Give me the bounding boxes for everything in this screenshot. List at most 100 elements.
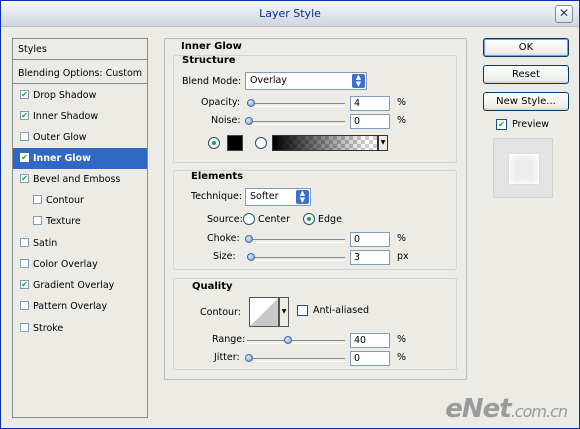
size-slider[interactable] [247,253,345,261]
opacity-slider[interactable] [247,99,345,107]
outer-glow-checkbox[interactable] [20,132,29,141]
color-overlay-checkbox[interactable] [20,259,29,268]
gradient-overlay-checkbox[interactable]: ✔ [20,280,29,289]
elements-title: Elements [191,171,244,182]
preview-checkbox[interactable]: ✔ [496,119,507,130]
elements-group: Elements Technique: Softer ▲ ▼ Source: Ce… [173,170,457,270]
range-input[interactable]: 40 [350,333,390,348]
range-slider-thumb[interactable] [284,336,292,344]
jitter-input[interactable]: 0 [350,351,390,366]
quality-title: Quality [192,281,233,292]
noise-label: Noise: [211,115,241,126]
inner-glow-checkbox[interactable]: ✔ [20,153,29,162]
style-item-drop-shadow[interactable]: ✔ Drop Shadow [13,85,147,106]
chevron-down-icon[interactable]: ▼ [378,135,388,151]
watermark-suffix: .com.cn [510,402,568,421]
jitter-slider[interactable] [245,354,345,362]
range-label: Range: [212,334,246,345]
opacity-input[interactable]: 4 [350,96,390,111]
layer-style-dialog: Layer Style ✕ Styles Blending Options: C… [0,0,580,429]
ok-button[interactable]: OK [483,38,569,57]
contour-picker[interactable] [249,297,279,327]
inner-shadow-checkbox[interactable]: ✔ [20,111,29,120]
anti-aliased-label: Anti-aliased [313,305,370,316]
opacity-slider-thumb[interactable] [247,99,255,107]
satin-checkbox[interactable] [20,238,29,247]
style-item-outer-glow[interactable]: Outer Glow [13,127,147,148]
style-item-label: Drop Shadow [33,90,97,101]
choke-slider-thumb[interactable] [245,235,253,243]
style-item-label: Outer Glow [33,132,87,143]
quality-group: Quality Contour: ▼ Anti-aliased Range: 4… [173,278,457,370]
new-style-button[interactable]: New Style... [483,92,569,111]
gradient-picker[interactable] [272,135,378,151]
choke-input[interactable]: 0 [350,232,390,247]
glow-color-swatch[interactable] [227,135,243,151]
blend-mode-select[interactable]: Overlay ▲ ▼ [245,72,367,90]
jitter-slider-thumb[interactable] [245,354,253,362]
style-item-color-overlay[interactable]: Color Overlay [13,254,147,275]
style-preview [493,138,553,198]
jitter-unit: % [397,352,407,363]
watermark-main: eNet [445,394,511,424]
preview-label: Preview [512,119,549,130]
noise-slider-thumb[interactable] [245,117,253,125]
chevron-updown-icon: ▲ ▼ [352,74,365,88]
structure-group: Structure Blend Mode: Overlay ▲ ▼ Opacity… [173,55,457,163]
source-center-radio[interactable] [243,213,255,225]
source-edge-radio[interactable] [303,213,315,225]
source-label: Source: [207,214,243,225]
style-item-gradient-overlay[interactable]: ✔ Gradient Overlay [13,275,147,296]
style-item-inner-glow[interactable]: ✔ Inner Glow [13,148,147,169]
style-item-bevel-emboss[interactable]: ✔ Bevel and Emboss [13,169,147,190]
color-radio[interactable] [208,137,220,149]
texture-checkbox[interactable] [33,216,42,225]
choke-unit: % [397,233,407,244]
choke-slider[interactable] [245,235,345,243]
style-item-stroke[interactable]: Stroke [13,318,147,339]
contour-label: Contour: [200,307,241,318]
style-preview-swatch [508,153,540,185]
style-item-contour[interactable]: Contour [13,190,147,211]
technique-value: Softer [250,191,279,202]
blend-mode-value: Overlay [250,75,287,86]
style-item-pattern-overlay[interactable]: Pattern Overlay [13,296,147,317]
technique-label: Technique: [191,191,243,202]
technique-select[interactable]: Softer ▲ ▼ [245,188,311,206]
panel-title: Inner Glow [181,41,242,52]
close-icon[interactable]: ✕ [555,5,573,23]
style-item-blending-options[interactable]: Blending Options: Custom [13,63,147,84]
reset-button[interactable]: Reset [483,65,569,84]
size-slider-thumb[interactable] [247,253,255,261]
style-item-label: Color Overlay [33,259,98,270]
contour-checkbox[interactable] [33,195,42,204]
chevron-updown-icon: ▲ ▼ [296,190,309,204]
pattern-overlay-checkbox[interactable] [20,301,29,310]
range-slider[interactable] [247,336,345,344]
styles-header[interactable]: Styles [13,39,147,60]
size-label: Size: [213,251,236,262]
noise-input[interactable]: 0 [350,114,390,129]
bevel-emboss-checkbox[interactable]: ✔ [20,174,29,183]
style-item-label: Satin [33,238,58,249]
style-item-inner-shadow[interactable]: ✔ Inner Shadow [13,106,147,127]
noise-slider[interactable] [245,117,345,125]
watermark-logo: eNet.com.cn [445,394,568,424]
style-item-label: Texture [46,216,81,227]
drop-shadow-checkbox[interactable]: ✔ [20,90,29,99]
stroke-checkbox[interactable] [20,323,29,332]
size-unit: px [397,251,409,262]
gradient-radio[interactable] [255,137,267,149]
style-item-label: Bevel and Emboss [33,174,121,185]
size-input[interactable]: 3 [350,250,390,265]
title-bar: Layer Style ✕ [1,1,579,27]
style-item-satin[interactable]: Satin [13,233,147,254]
chevron-down-icon[interactable]: ▼ [279,297,289,327]
style-item-texture[interactable]: Texture [13,211,147,232]
opacity-label: Opacity: [201,97,241,108]
range-unit: % [397,334,407,345]
style-item-label: Inner Glow [33,153,91,164]
choke-label: Choke: [207,233,240,244]
window-title: Layer Style [259,7,321,20]
anti-aliased-checkbox[interactable] [297,305,308,316]
